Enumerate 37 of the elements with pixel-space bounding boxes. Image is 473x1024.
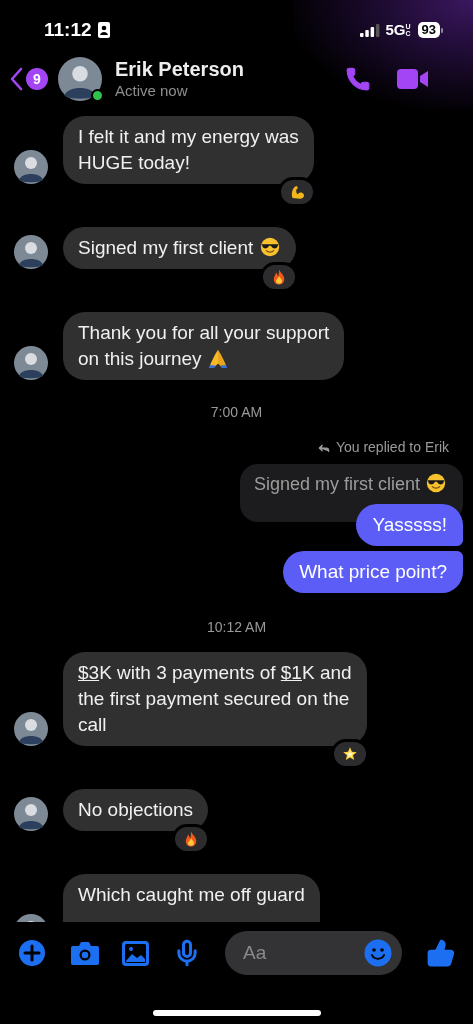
message-text: Yasssss! bbox=[372, 513, 447, 537]
message-text: I felt it and my energy was HUGE today! bbox=[78, 125, 299, 175]
thumbs-up-icon[interactable] bbox=[426, 938, 456, 968]
video-camera-icon[interactable] bbox=[397, 68, 429, 90]
status-time: 11:12 bbox=[44, 17, 92, 42]
message-text: Which caught me off guard bbox=[78, 883, 305, 907]
contact-status: Active now bbox=[115, 81, 189, 101]
message-text: Thank you for all your support on this journey bbox=[78, 321, 330, 371]
network-label: 5G bbox=[385, 19, 406, 40]
add-icon[interactable] bbox=[18, 939, 46, 967]
camera-icon[interactable] bbox=[70, 940, 100, 966]
timestamp: 10:12 AM bbox=[206, 618, 267, 637]
message-text: $3K with 3 payments of $1K and the first payment secured on the call bbox=[78, 661, 352, 737]
avatar bbox=[14, 346, 48, 380]
message-text: No objections bbox=[78, 798, 194, 822]
amount-link[interactable]: $3 bbox=[78, 662, 100, 683]
signal-icon bbox=[359, 23, 380, 37]
contact-name[interactable]: Erik Peterson bbox=[115, 57, 345, 81]
message-input[interactable]: Aa bbox=[225, 931, 402, 975]
phone-icon[interactable] bbox=[345, 66, 371, 92]
reply-note: You replied to Erik bbox=[335, 438, 449, 457]
unread-badge: 9 bbox=[26, 68, 48, 90]
timestamp: 7:00 AM bbox=[210, 403, 263, 422]
avatar bbox=[14, 150, 48, 184]
avatar bbox=[58, 57, 102, 101]
message-text: What price point? bbox=[299, 560, 447, 584]
contact-card-icon bbox=[97, 22, 110, 38]
quoted-message-text: Signed my first client bbox=[253, 472, 447, 496]
emoji-icon[interactable] bbox=[364, 939, 392, 967]
back-icon[interactable] bbox=[10, 67, 23, 91]
message-field[interactable]: Aa bbox=[243, 938, 364, 968]
image-icon[interactable] bbox=[122, 940, 149, 966]
amount-link[interactable]: $1 bbox=[280, 662, 302, 683]
message-text: Signed my first client bbox=[78, 235, 281, 261]
avatar bbox=[14, 235, 48, 269]
avatar bbox=[14, 712, 48, 746]
avatar bbox=[14, 797, 48, 831]
